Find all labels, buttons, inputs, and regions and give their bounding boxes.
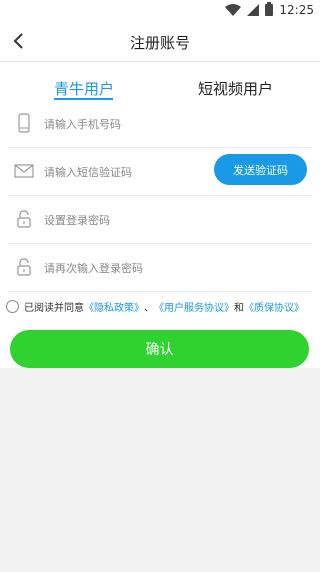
phone-input[interactable]: [44, 112, 204, 136]
envelope-icon: [14, 161, 34, 181]
agreement-prefix: 已阅读并同意: [24, 302, 84, 314]
password-field: [8, 196, 312, 244]
registration-panel: 青牛用户 短视频用户 发送验证码: [0, 62, 320, 368]
agreement-checkbox[interactable]: [6, 299, 19, 313]
title-bar: 注册账号: [0, 20, 320, 62]
agreement-row: 已阅读并同意 《隐私政策》 、 《用户服务协议》 和 《质保协议》: [0, 296, 320, 316]
phone-icon: [14, 113, 34, 133]
send-code-button[interactable]: 发送验证码: [214, 154, 307, 185]
lock-icon: [14, 257, 34, 277]
phone-field: [8, 100, 312, 148]
agreement-separator: 、: [144, 302, 154, 314]
tab-qingniu-user[interactable]: 青牛用户: [54, 78, 114, 99]
password-confirm-input[interactable]: [44, 256, 204, 280]
tab-short-video-user[interactable]: 短视频用户: [198, 78, 273, 99]
lock-icon: [14, 209, 34, 229]
user-service-agreement-link[interactable]: 《用户服务协议》: [154, 299, 234, 314]
privacy-policy-link[interactable]: 《隐私政策》: [84, 299, 144, 314]
status-time: 12:25: [279, 3, 314, 17]
password-confirm-field: [8, 244, 312, 292]
status-bar: 12:25: [0, 0, 320, 20]
page-title: 注册账号: [129, 34, 190, 52]
agreement-and: 和: [234, 302, 244, 314]
confirm-button[interactable]: 确认: [10, 330, 309, 368]
user-type-tabs: 青牛用户 短视频用户: [0, 62, 320, 104]
sms-code-field: 发送验证码: [8, 148, 312, 196]
battery-icon: [265, 1, 274, 20]
password-input[interactable]: [44, 208, 204, 232]
warranty-agreement-link[interactable]: 《质保协议》: [244, 299, 304, 314]
wifi-icon: [225, 1, 242, 20]
signal-icon: [247, 1, 260, 20]
sms-code-input[interactable]: [44, 160, 204, 184]
status-icons: 12:25: [225, 1, 314, 20]
